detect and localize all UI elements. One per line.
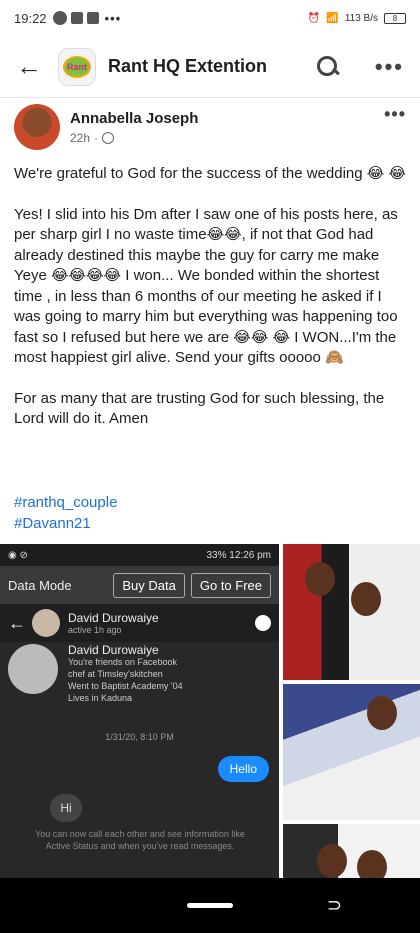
profile-line: Lives in Kaduna [68,693,133,703]
profile-line: You're friends on Facebook [68,657,177,667]
twitter-icon [70,12,83,24]
more-notifications-icon: ••• [104,10,122,26]
group-logo-text: Rant [63,55,91,78]
status-right: ⏰ 📶 113 B/s 8 [307,12,406,24]
data-mode-bar: Data Mode Buy Data Go to Free [0,566,279,604]
post-body: We're grateful to God for the success of… [14,164,406,450]
home-gesture-bar[interactable] [187,903,233,908]
public-globe-icon [102,131,115,144]
messenger-screenshot[interactable]: ◉ ⊘ 33% 12:26 pm Data Mode Buy Data Go t… [0,544,279,878]
screenshot-status-bar: ◉ ⊘ 33% 12:26 pm [0,544,279,566]
go-to-free-button: Go to Free [190,572,271,598]
post-photo-grid[interactable]: ◉ ⊘ 33% 12:26 pm Data Mode Buy Data Go t… [0,544,420,878]
message-date: 1/31/20, 8:10 PM [105,732,174,742]
groom-face [305,562,335,596]
back-arrow-icon: ← [8,612,26,633]
system-back-icon[interactable]: ⊃ [327,895,342,916]
profile-line: chef at Timsley'skitchen [68,669,163,679]
wedding-photo[interactable] [283,544,420,680]
post-paragraph: Yes! I slid into his Dm after I saw one … [14,205,398,367]
gallery-icon [86,12,99,24]
bride-face [357,850,387,878]
author-avatar[interactable] [14,104,60,150]
data-mode-label: Data Mode [8,577,72,593]
post-paragraph: We're grateful to God for the success of… [14,165,406,182]
messenger-header: ← David Durowaiye active 1h ago [0,604,279,642]
screenshot-battery: 33% [206,549,227,561]
group-title[interactable]: Rant HQ Extention [108,56,267,77]
search-icon[interactable] [315,54,341,80]
post-paragraph: For as many that are trusting God for su… [14,389,385,428]
system-nav-bar: ⊃ [0,878,420,933]
bride-face [351,582,381,616]
contact-profile: David Durowaiye You're friends on Facebo… [0,642,279,720]
contact-status: active 1h ago [68,625,122,635]
post-options-icon[interactable]: ••• [384,104,406,125]
status-time: 19:22 [14,10,47,26]
whatsapp-icon: ◉ ⊘ [8,549,28,561]
hashtags: #ranthq_couple #Davann21 [14,493,117,534]
groom-face [317,844,347,878]
network-speed: 113 B/s [344,12,378,24]
hashtag-link[interactable]: #ranthq_couple [14,493,117,514]
whatsapp-icon [52,11,67,25]
more-options-icon[interactable]: ••• [375,54,404,80]
group-logo[interactable]: Rant [58,47,96,86]
buy-data-button: Buy Data [113,572,185,598]
wedding-photo[interactable] [283,684,420,820]
outgoing-message: Hello [217,756,269,782]
post-header: Annabella Joseph 22h · ••• [14,104,406,150]
hashtag-link[interactable]: #Davann21 [14,514,117,535]
contact-avatar [32,609,60,637]
profile-line: Went to Baptist Academy '04 [68,681,183,691]
contact-name: David Durowaiye [68,611,159,625]
app-bar: ← Rant Rant HQ Extention ••• [0,36,420,98]
signal-icon: 📶 [326,12,339,24]
profile-name: David Durowaiye [68,643,159,657]
groom-face [367,696,397,730]
incoming-message: Hi [50,794,82,822]
battery-icon: 8 [384,12,406,24]
status-bar: 19:22 ••• ⏰ 📶 113 B/s 8 [0,0,420,36]
screenshot-time: 12:26 pm [229,549,271,561]
profile-picture [8,644,58,694]
gear-icon [255,615,271,631]
wedding-photo[interactable] [283,824,420,878]
alarm-icon: ⏰ [307,12,321,24]
author-name[interactable]: Annabella Joseph [70,110,198,127]
messenger-note: You can now call each other and see info… [35,829,245,851]
post-time[interactable]: 22h [70,131,90,145]
back-arrow-icon[interactable]: ← [16,51,52,82]
